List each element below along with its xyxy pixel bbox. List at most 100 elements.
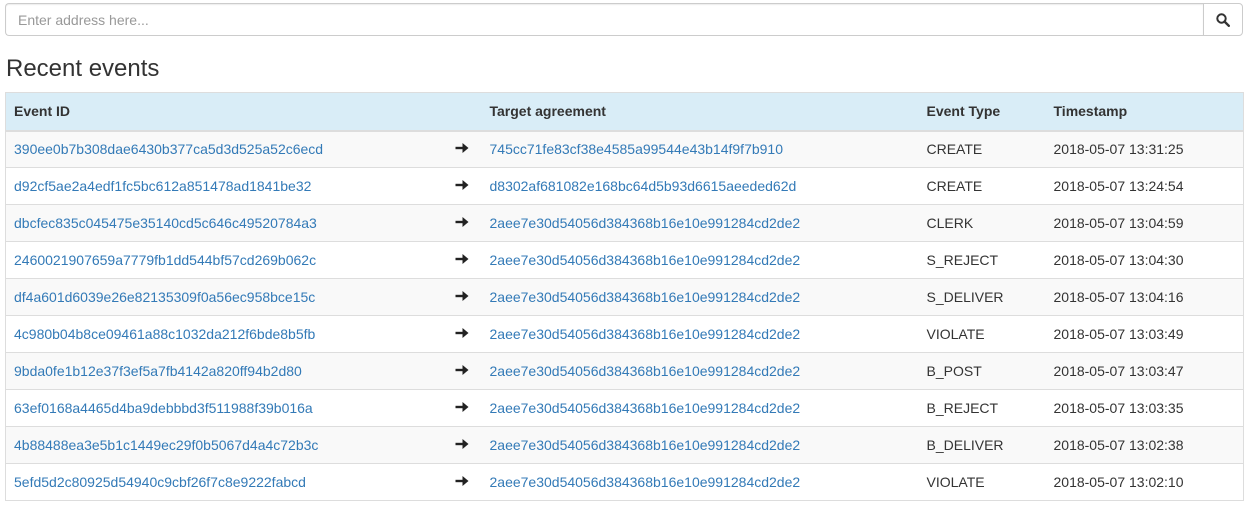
arrow-right-icon (455, 328, 468, 338)
timestamp-cell: 2018-05-07 13:02:10 (1045, 463, 1244, 501)
timestamp-cell: 2018-05-07 13:24:54 (1045, 167, 1244, 205)
table-row: 4b88488ea3e5b1c1449ec29f0b5067d4a4c72b3c… (5, 426, 1244, 464)
event-id-cell: 63ef0168a4465d4ba9debbbd3f511988f39b016a (5, 389, 442, 427)
arrow-right-icon (455, 476, 468, 486)
target-agreement-link[interactable]: 2aee7e30d54056d384368b16e10e991284cd2de2 (490, 326, 801, 342)
event-type-cell: CLERK (918, 204, 1046, 242)
event-type-cell: CREATE (918, 130, 1046, 168)
timestamp-cell: 2018-05-07 13:04:16 (1045, 278, 1244, 316)
target-agreement-cell: 2aee7e30d54056d384368b16e10e991284cd2de2 (481, 352, 919, 390)
arrow-right-icon (455, 439, 468, 449)
search-button[interactable] (1203, 3, 1243, 36)
table-row: 2460021907659a7779fb1dd544bf57cd269b062c… (5, 241, 1244, 279)
event-id-link[interactable]: 2460021907659a7779fb1dd544bf57cd269b062c (14, 252, 316, 268)
event-id-cell: 4b88488ea3e5b1c1449ec29f0b5067d4a4c72b3c (5, 426, 442, 464)
event-id-link[interactable]: 9bda0fe1b12e37f3ef5a7fb4142a820ff94b2d80 (14, 363, 302, 379)
target-agreement-cell: 2aee7e30d54056d384368b16e10e991284cd2de2 (481, 278, 919, 316)
event-id-cell: df4a601d6039e26e82135309f0a56ec958bce15c (5, 278, 442, 316)
arrow-cell (441, 204, 482, 242)
column-header-timestamp: Timestamp (1045, 92, 1244, 132)
table-header-row: Event ID Target agreement Event Type Tim… (5, 92, 1244, 132)
events-table: Event ID Target agreement Event Type Tim… (5, 92, 1244, 501)
table-row: 4c980b04b8ce09461a88c1032da212f6bde8b5fb… (5, 315, 1244, 353)
timestamp-cell: 2018-05-07 13:02:38 (1045, 426, 1244, 464)
event-type-cell: B_DELIVER (918, 426, 1046, 464)
timestamp-cell: 2018-05-07 13:03:35 (1045, 389, 1244, 427)
target-agreement-link[interactable]: 2aee7e30d54056d384368b16e10e991284cd2de2 (490, 252, 801, 268)
timestamp-cell: 2018-05-07 13:04:30 (1045, 241, 1244, 279)
arrow-cell (441, 241, 482, 279)
arrow-cell (441, 130, 482, 168)
timestamp-cell: 2018-05-07 13:03:49 (1045, 315, 1244, 353)
timestamp-cell: 2018-05-07 13:03:47 (1045, 352, 1244, 390)
arrow-cell (441, 389, 482, 427)
event-id-cell: dbcfec835c045475e35140cd5c646c49520784a3 (5, 204, 442, 242)
target-agreement-cell: 2aee7e30d54056d384368b16e10e991284cd2de2 (481, 463, 919, 501)
timestamp-cell: 2018-05-07 13:31:25 (1045, 130, 1244, 168)
event-type-cell: B_REJECT (918, 389, 1046, 427)
target-agreement-link[interactable]: 2aee7e30d54056d384368b16e10e991284cd2de2 (490, 363, 801, 379)
event-id-link[interactable]: d92cf5ae2a4edf1fc5bc612a851478ad1841be32 (14, 178, 311, 194)
event-id-link[interactable]: 5efd5d2c80925d54940c9cbf26f7c8e9222fabcd (14, 474, 306, 490)
timestamp-cell: 2018-05-07 13:04:59 (1045, 204, 1244, 242)
column-header-target-agreement: Target agreement (481, 92, 919, 132)
magnifier-icon (1216, 12, 1230, 27)
target-agreement-cell: 2aee7e30d54056d384368b16e10e991284cd2de2 (481, 241, 919, 279)
arrow-right-icon (455, 402, 468, 412)
arrow-right-icon (455, 291, 468, 301)
target-agreement-link[interactable]: 2aee7e30d54056d384368b16e10e991284cd2de2 (490, 400, 801, 416)
event-id-cell: d92cf5ae2a4edf1fc5bc612a851478ad1841be32 (5, 167, 442, 205)
arrow-right-icon (455, 217, 468, 227)
target-agreement-cell: 2aee7e30d54056d384368b16e10e991284cd2de2 (481, 426, 919, 464)
event-id-cell: 9bda0fe1b12e37f3ef5a7fb4142a820ff94b2d80 (5, 352, 442, 390)
event-type-cell: VIOLATE (918, 463, 1046, 501)
table-row: d92cf5ae2a4edf1fc5bc612a851478ad1841be32… (5, 167, 1244, 205)
column-header-arrow (441, 92, 482, 132)
arrow-right-icon (455, 143, 468, 154)
target-agreement-link[interactable]: 2aee7e30d54056d384368b16e10e991284cd2de2 (490, 289, 801, 305)
event-id-cell: 4c980b04b8ce09461a88c1032da212f6bde8b5fb (5, 315, 442, 353)
target-agreement-link[interactable]: 2aee7e30d54056d384368b16e10e991284cd2de2 (490, 215, 801, 231)
target-agreement-cell: 2aee7e30d54056d384368b16e10e991284cd2de2 (481, 315, 919, 353)
table-row: dbcfec835c045475e35140cd5c646c49520784a3… (5, 204, 1244, 242)
event-id-link[interactable]: dbcfec835c045475e35140cd5c646c49520784a3 (14, 215, 317, 231)
event-type-cell: VIOLATE (918, 315, 1046, 353)
event-type-cell: B_POST (918, 352, 1046, 390)
event-type-cell: S_REJECT (918, 241, 1046, 279)
event-id-cell: 5efd5d2c80925d54940c9cbf26f7c8e9222fabcd (5, 463, 442, 501)
arrow-cell (441, 167, 482, 205)
page-title: Recent events (6, 55, 160, 82)
arrow-cell (441, 463, 482, 501)
arrow-cell (441, 315, 482, 353)
target-agreement-cell: 2aee7e30d54056d384368b16e10e991284cd2de2 (481, 204, 919, 242)
target-agreement-cell: d8302af681082e168bc64d5b93d6615aeeded62d (481, 167, 919, 205)
arrow-right-icon (455, 254, 468, 264)
column-header-event-id: Event ID (5, 92, 442, 132)
event-type-cell: CREATE (918, 167, 1046, 205)
table-row: 390ee0b7b308dae6430b377ca5d3d525a52c6ecd… (5, 130, 1244, 168)
event-id-link[interactable]: 4c980b04b8ce09461a88c1032da212f6bde8b5fb (14, 326, 315, 342)
event-id-cell: 2460021907659a7779fb1dd544bf57cd269b062c (5, 241, 442, 279)
target-agreement-cell: 2aee7e30d54056d384368b16e10e991284cd2de2 (481, 389, 919, 427)
arrow-cell (441, 278, 482, 316)
arrow-cell (441, 426, 482, 464)
column-header-event-type: Event Type (918, 92, 1046, 132)
event-id-link[interactable]: 390ee0b7b308dae6430b377ca5d3d525a52c6ecd (14, 141, 323, 157)
event-id-link[interactable]: 4b88488ea3e5b1c1449ec29f0b5067d4a4c72b3c (14, 437, 318, 453)
target-agreement-link[interactable]: 2aee7e30d54056d384368b16e10e991284cd2de2 (490, 437, 801, 453)
event-id-cell: 390ee0b7b308dae6430b377ca5d3d525a52c6ecd (5, 130, 442, 168)
target-agreement-link[interactable]: d8302af681082e168bc64d5b93d6615aeeded62d (490, 178, 797, 194)
table-row: 9bda0fe1b12e37f3ef5a7fb4142a820ff94b2d80… (5, 352, 1244, 390)
address-search-bar (5, 3, 1243, 36)
table-row: 5efd5d2c80925d54940c9cbf26f7c8e9222fabcd… (5, 463, 1244, 501)
table-row: df4a601d6039e26e82135309f0a56ec958bce15c… (5, 278, 1244, 316)
address-search-input[interactable] (5, 3, 1203, 36)
target-agreement-cell: 745cc71fe83cf38e4585a99544e43b14f9f7b910 (481, 130, 919, 168)
target-agreement-link[interactable]: 745cc71fe83cf38e4585a99544e43b14f9f7b910 (490, 141, 784, 157)
event-id-link[interactable]: 63ef0168a4465d4ba9debbbd3f511988f39b016a (14, 400, 313, 416)
event-type-cell: S_DELIVER (918, 278, 1046, 316)
event-id-link[interactable]: df4a601d6039e26e82135309f0a56ec958bce15c (14, 289, 315, 305)
table-row: 63ef0168a4465d4ba9debbbd3f511988f39b016a… (5, 389, 1244, 427)
arrow-right-icon (455, 180, 468, 190)
target-agreement-link[interactable]: 2aee7e30d54056d384368b16e10e991284cd2de2 (490, 474, 801, 490)
